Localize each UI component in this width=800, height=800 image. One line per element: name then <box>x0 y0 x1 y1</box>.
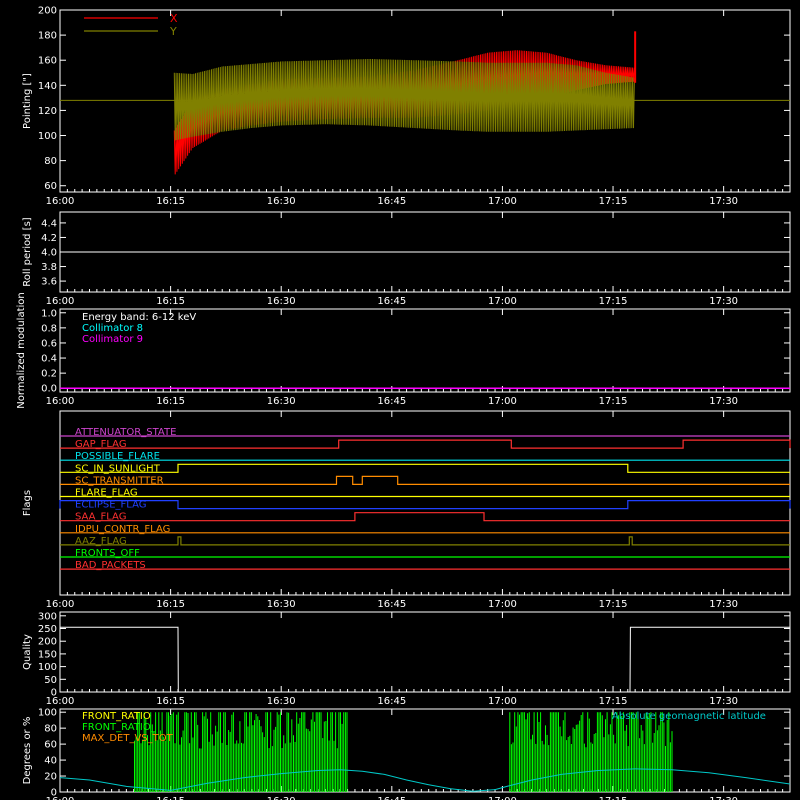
x-tick-label: 16:30 <box>267 396 296 407</box>
x-tick-label: 17:30 <box>709 796 738 800</box>
x-tick-label: 17:00 <box>488 796 517 800</box>
x-tick-label: 16:15 <box>156 696 185 707</box>
legend-label: FRONT_RATIO <box>82 711 151 722</box>
x-tick-label: 16:30 <box>267 599 296 610</box>
y-tick-label: 0.8 <box>41 323 57 334</box>
y-axis-label: Flags <box>22 490 33 516</box>
legend-label: Collimator 9 <box>82 334 143 345</box>
y-tick-label: 4.4 <box>41 218 57 229</box>
y-tick-label: 3.6 <box>41 277 57 288</box>
y-tick-label: 180 <box>38 31 57 42</box>
y-tick-label: 200 <box>38 637 57 648</box>
legend-label: Absolute geomagnetic latitude <box>612 711 766 722</box>
x-tick-label: 16:30 <box>267 196 296 207</box>
y-tick-label: 80 <box>44 724 57 735</box>
y-tick-label: 0.6 <box>41 338 57 349</box>
y-tick-label: 1.0 <box>41 308 57 319</box>
x-tick-label: 16:15 <box>156 196 185 207</box>
y-tick-label: 0.4 <box>41 354 57 365</box>
x-tick-label: 16:45 <box>377 296 406 307</box>
y-tick-label: 300 <box>38 611 57 622</box>
y-tick-label: 20 <box>44 772 57 783</box>
x-tick-label: 16:30 <box>267 796 296 800</box>
y-axis-label: Degrees or % <box>22 717 33 785</box>
y-axis-label: Roll period [s] <box>22 217 33 286</box>
x-tick-label: 16:45 <box>377 599 406 610</box>
x-tick-label: 17:15 <box>599 296 628 307</box>
x-tick-label: 17:00 <box>488 696 517 707</box>
y-tick-label: 100 <box>38 662 57 673</box>
y-tick-label: 0 <box>51 688 57 699</box>
x-tick-label: 16:45 <box>377 196 406 207</box>
y-tick-label: 4.2 <box>41 233 57 244</box>
x-tick-label: 17:30 <box>709 196 738 207</box>
x-tick-label: 16:45 <box>377 696 406 707</box>
y-tick-label: 150 <box>38 649 57 660</box>
legend-label: Collimator 8 <box>82 323 143 334</box>
x-tick-label: 17:00 <box>488 599 517 610</box>
x-tick-label: 16:00 <box>46 296 75 307</box>
x-tick-label: 17:15 <box>599 196 628 207</box>
x-tick-label: 17:30 <box>709 696 738 707</box>
multi-panel-chart: 16:00 16:15 16:30 16:45 17:00 17:15 17:30 60 80 1… <box>0 0 800 800</box>
y-tick-label: 80 <box>44 156 57 167</box>
y-tick-label: 100 <box>38 131 57 142</box>
y-tick-label: 0 <box>51 788 57 799</box>
x-tick-label: 16:30 <box>267 696 296 707</box>
x-tick-label: 17:15 <box>599 396 628 407</box>
y-axis-label: Pointing ["] <box>22 73 33 129</box>
x-tick-label: 17:15 <box>599 696 628 707</box>
x-tick-label: 16:45 <box>377 396 406 407</box>
y-axis-label: Normalized modulation <box>16 292 27 409</box>
x-tick-label: 16:15 <box>156 599 185 610</box>
legend-label: Energy band: 6-12 keV <box>82 312 196 323</box>
y-tick-label: 0.2 <box>41 369 57 380</box>
y-tick-label: 140 <box>38 81 57 92</box>
flag-label: ECLIPSE_FLAG <box>75 500 146 511</box>
y-tick-label: 200 <box>38 6 57 17</box>
x-tick-label: 17:15 <box>599 796 628 800</box>
x-tick-label: 16:15 <box>156 296 185 307</box>
x-tick-label: 16:00 <box>46 599 75 610</box>
x-tick-label: 17:00 <box>488 196 517 207</box>
x-tick-label: 16:30 <box>267 296 296 307</box>
x-tick-label: 17:00 <box>488 296 517 307</box>
x-tick-label: 16:00 <box>46 396 75 407</box>
y-tick-label: 3.8 <box>41 262 57 273</box>
legend-label: Y <box>169 25 177 38</box>
y-tick-label: 50 <box>44 675 57 686</box>
y-tick-label: 160 <box>38 56 57 67</box>
y-tick-label: 120 <box>38 106 57 117</box>
legend-label: X <box>170 12 178 25</box>
y-tick-label: 60 <box>44 181 57 192</box>
x-tick-label: 17:15 <box>599 599 628 610</box>
y-tick-label: 100 <box>38 708 57 719</box>
y-axis-label: Quality <box>22 634 33 670</box>
x-tick-label: 16:15 <box>156 396 185 407</box>
x-tick-label: 17:00 <box>488 396 517 407</box>
legend-label: FRONT_RATIO_ <box>82 722 157 733</box>
y-tick-label: 60 <box>44 740 57 751</box>
y-tick-label: 0.0 <box>41 384 57 395</box>
y-tick-label: 250 <box>38 624 57 635</box>
x-tick-label: 16:15 <box>156 796 185 800</box>
x-tick-label: 16:45 <box>377 796 406 800</box>
x-tick-label: 16:00 <box>46 196 75 207</box>
y-tick-label: 40 <box>44 756 57 767</box>
legend-label: MAX_DET_VS_TOT <box>82 733 174 744</box>
x-tick-label: 17:30 <box>709 396 738 407</box>
y-tick-label: 4.0 <box>41 248 57 259</box>
x-tick-label: 17:30 <box>709 599 738 610</box>
x-tick-label: 17:30 <box>709 296 738 307</box>
